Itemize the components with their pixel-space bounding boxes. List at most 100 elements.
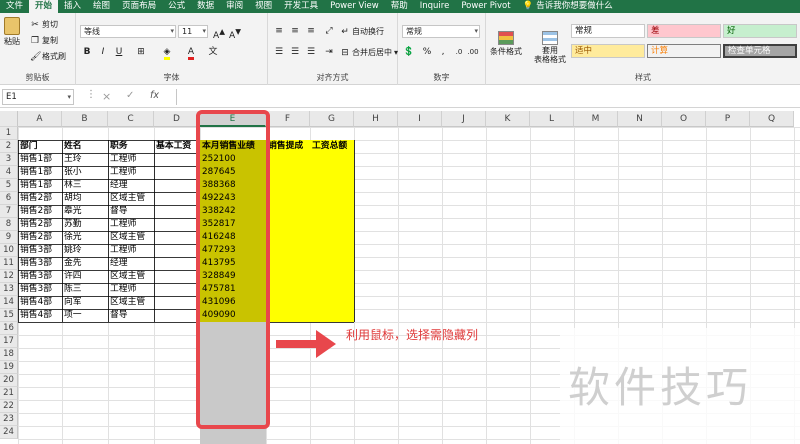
row-header-20[interactable]: 20 [0, 374, 18, 387]
row-header-9[interactable]: 9 [0, 231, 18, 244]
row-header-24[interactable]: 24 [0, 426, 18, 439]
row-header-16[interactable]: 16 [0, 322, 18, 335]
row-header-15[interactable]: 15 [0, 309, 18, 322]
column-header-K[interactable]: K [486, 111, 530, 127]
table-cell[interactable] [154, 309, 156, 322]
table-cell[interactable] [154, 270, 156, 283]
table-cell[interactable] [154, 192, 156, 205]
table-cell[interactable] [154, 244, 156, 257]
column-header-I[interactable]: I [398, 111, 442, 127]
column-header-A[interactable]: A [18, 111, 62, 127]
table-cell[interactable]: 督导 [108, 309, 128, 322]
table-cell[interactable]: 陈三 [62, 283, 82, 296]
table-cell[interactable]: 销售1部 [18, 153, 52, 166]
table-cell[interactable]: 销售2部 [18, 205, 52, 218]
table-cell[interactable]: 项一 [62, 309, 82, 322]
table-cell[interactable]: 销售2部 [18, 218, 52, 231]
table-cell[interactable]: 销售3部 [18, 257, 52, 270]
table-cell[interactable] [154, 283, 156, 296]
table-cell[interactable] [154, 231, 156, 244]
row-header-14[interactable]: 14 [0, 296, 18, 309]
column-highlight-box [196, 110, 270, 429]
table-cell[interactable]: 工程师 [108, 244, 136, 257]
table-cell[interactable]: 苏勤 [62, 218, 82, 231]
table-cell[interactable]: 许四 [62, 270, 82, 283]
row-header-17[interactable]: 17 [0, 335, 18, 348]
table-cell[interactable] [154, 296, 156, 309]
table-cell[interactable] [154, 179, 156, 192]
table-cell[interactable] [154, 153, 156, 166]
table-cell[interactable] [154, 205, 156, 218]
row-header-2[interactable]: 2 [0, 140, 18, 153]
column-header-H[interactable]: H [354, 111, 398, 127]
table-cell[interactable]: 销售3部 [18, 283, 52, 296]
table-cell[interactable]: 金先 [62, 257, 82, 270]
table-cell[interactable]: 销售4部 [18, 309, 52, 322]
table-header-cell[interactable]: 销售提成 [266, 140, 303, 153]
table-cell[interactable]: 督导 [108, 205, 128, 218]
row-header-11[interactable]: 11 [0, 257, 18, 270]
table-header-cell[interactable]: 职务 [108, 140, 128, 153]
row-header-1[interactable]: 1 [0, 127, 18, 140]
row-header-5[interactable]: 5 [0, 179, 18, 192]
column-header-F[interactable]: F [266, 111, 310, 127]
table-cell[interactable]: 工程师 [108, 166, 136, 179]
column-header-J[interactable]: J [442, 111, 486, 127]
column-header-M[interactable]: M [574, 111, 618, 127]
column-header-D[interactable]: D [154, 111, 200, 127]
table-cell[interactable]: 王玲 [62, 153, 82, 166]
row-header-7[interactable]: 7 [0, 205, 18, 218]
table-cell[interactable]: 经理 [108, 257, 128, 270]
table-cell[interactable]: 区域主管 [108, 270, 145, 283]
table-header-cell[interactable]: 姓名 [62, 140, 82, 153]
table-cell[interactable]: 区域主管 [108, 231, 145, 244]
table-cell[interactable]: 工程师 [108, 218, 136, 231]
table-cell[interactable]: 工程师 [108, 153, 136, 166]
table-cell[interactable]: 区域主管 [108, 192, 145, 205]
row-header-22[interactable]: 22 [0, 400, 18, 413]
table-cell[interactable]: 销售1部 [18, 179, 52, 192]
table-cell[interactable]: 区域主管 [108, 296, 145, 309]
row-header-4[interactable]: 4 [0, 166, 18, 179]
table-cell[interactable]: 徐光 [62, 231, 82, 244]
table-cell[interactable] [154, 218, 156, 231]
row-header-19[interactable]: 19 [0, 361, 18, 374]
row-header-21[interactable]: 21 [0, 387, 18, 400]
column-header-N[interactable]: N [618, 111, 662, 127]
table-cell[interactable]: 向军 [62, 296, 82, 309]
table-header-cell[interactable]: 工资总额 [310, 140, 347, 153]
table-header-cell[interactable]: 基本工资 [154, 140, 191, 153]
row-header-8[interactable]: 8 [0, 218, 18, 231]
table-header-cell[interactable]: 部门 [18, 140, 38, 153]
table-cell[interactable]: 销售2部 [18, 192, 52, 205]
row-header-12[interactable]: 12 [0, 270, 18, 283]
table-cell[interactable]: 销售3部 [18, 244, 52, 257]
row-header-6[interactable]: 6 [0, 192, 18, 205]
column-header-O[interactable]: O [662, 111, 706, 127]
table-cell[interactable]: 胡均 [62, 192, 82, 205]
column-header-B[interactable]: B [62, 111, 108, 127]
column-header-C[interactable]: C [108, 111, 154, 127]
table-cell[interactable]: 销售4部 [18, 296, 52, 309]
table-cell[interactable]: 林三 [62, 179, 82, 192]
table-cell[interactable]: 张小 [62, 166, 82, 179]
table-cell[interactable] [154, 257, 156, 270]
table-cell[interactable]: 销售2部 [18, 231, 52, 244]
table-cell[interactable]: 销售3部 [18, 270, 52, 283]
column-header-G[interactable]: G [310, 111, 354, 127]
table-cell[interactable]: 销售1部 [18, 166, 52, 179]
column-header-P[interactable]: P [706, 111, 750, 127]
table-cell[interactable] [154, 166, 156, 179]
column-header-L[interactable]: L [530, 111, 574, 127]
row-header-13[interactable]: 13 [0, 283, 18, 296]
table-cell[interactable]: 皋光 [62, 205, 82, 218]
table-cell[interactable]: 经理 [108, 179, 128, 192]
table-cell[interactable]: 姚玲 [62, 244, 82, 257]
column-header-Q[interactable]: Q [750, 111, 794, 127]
row-header-10[interactable]: 10 [0, 244, 18, 257]
row-header-3[interactable]: 3 [0, 153, 18, 166]
row-header-23[interactable]: 23 [0, 413, 18, 426]
select-all-corner[interactable] [0, 111, 18, 127]
table-cell[interactable]: 工程师 [108, 283, 136, 296]
row-header-18[interactable]: 18 [0, 348, 18, 361]
